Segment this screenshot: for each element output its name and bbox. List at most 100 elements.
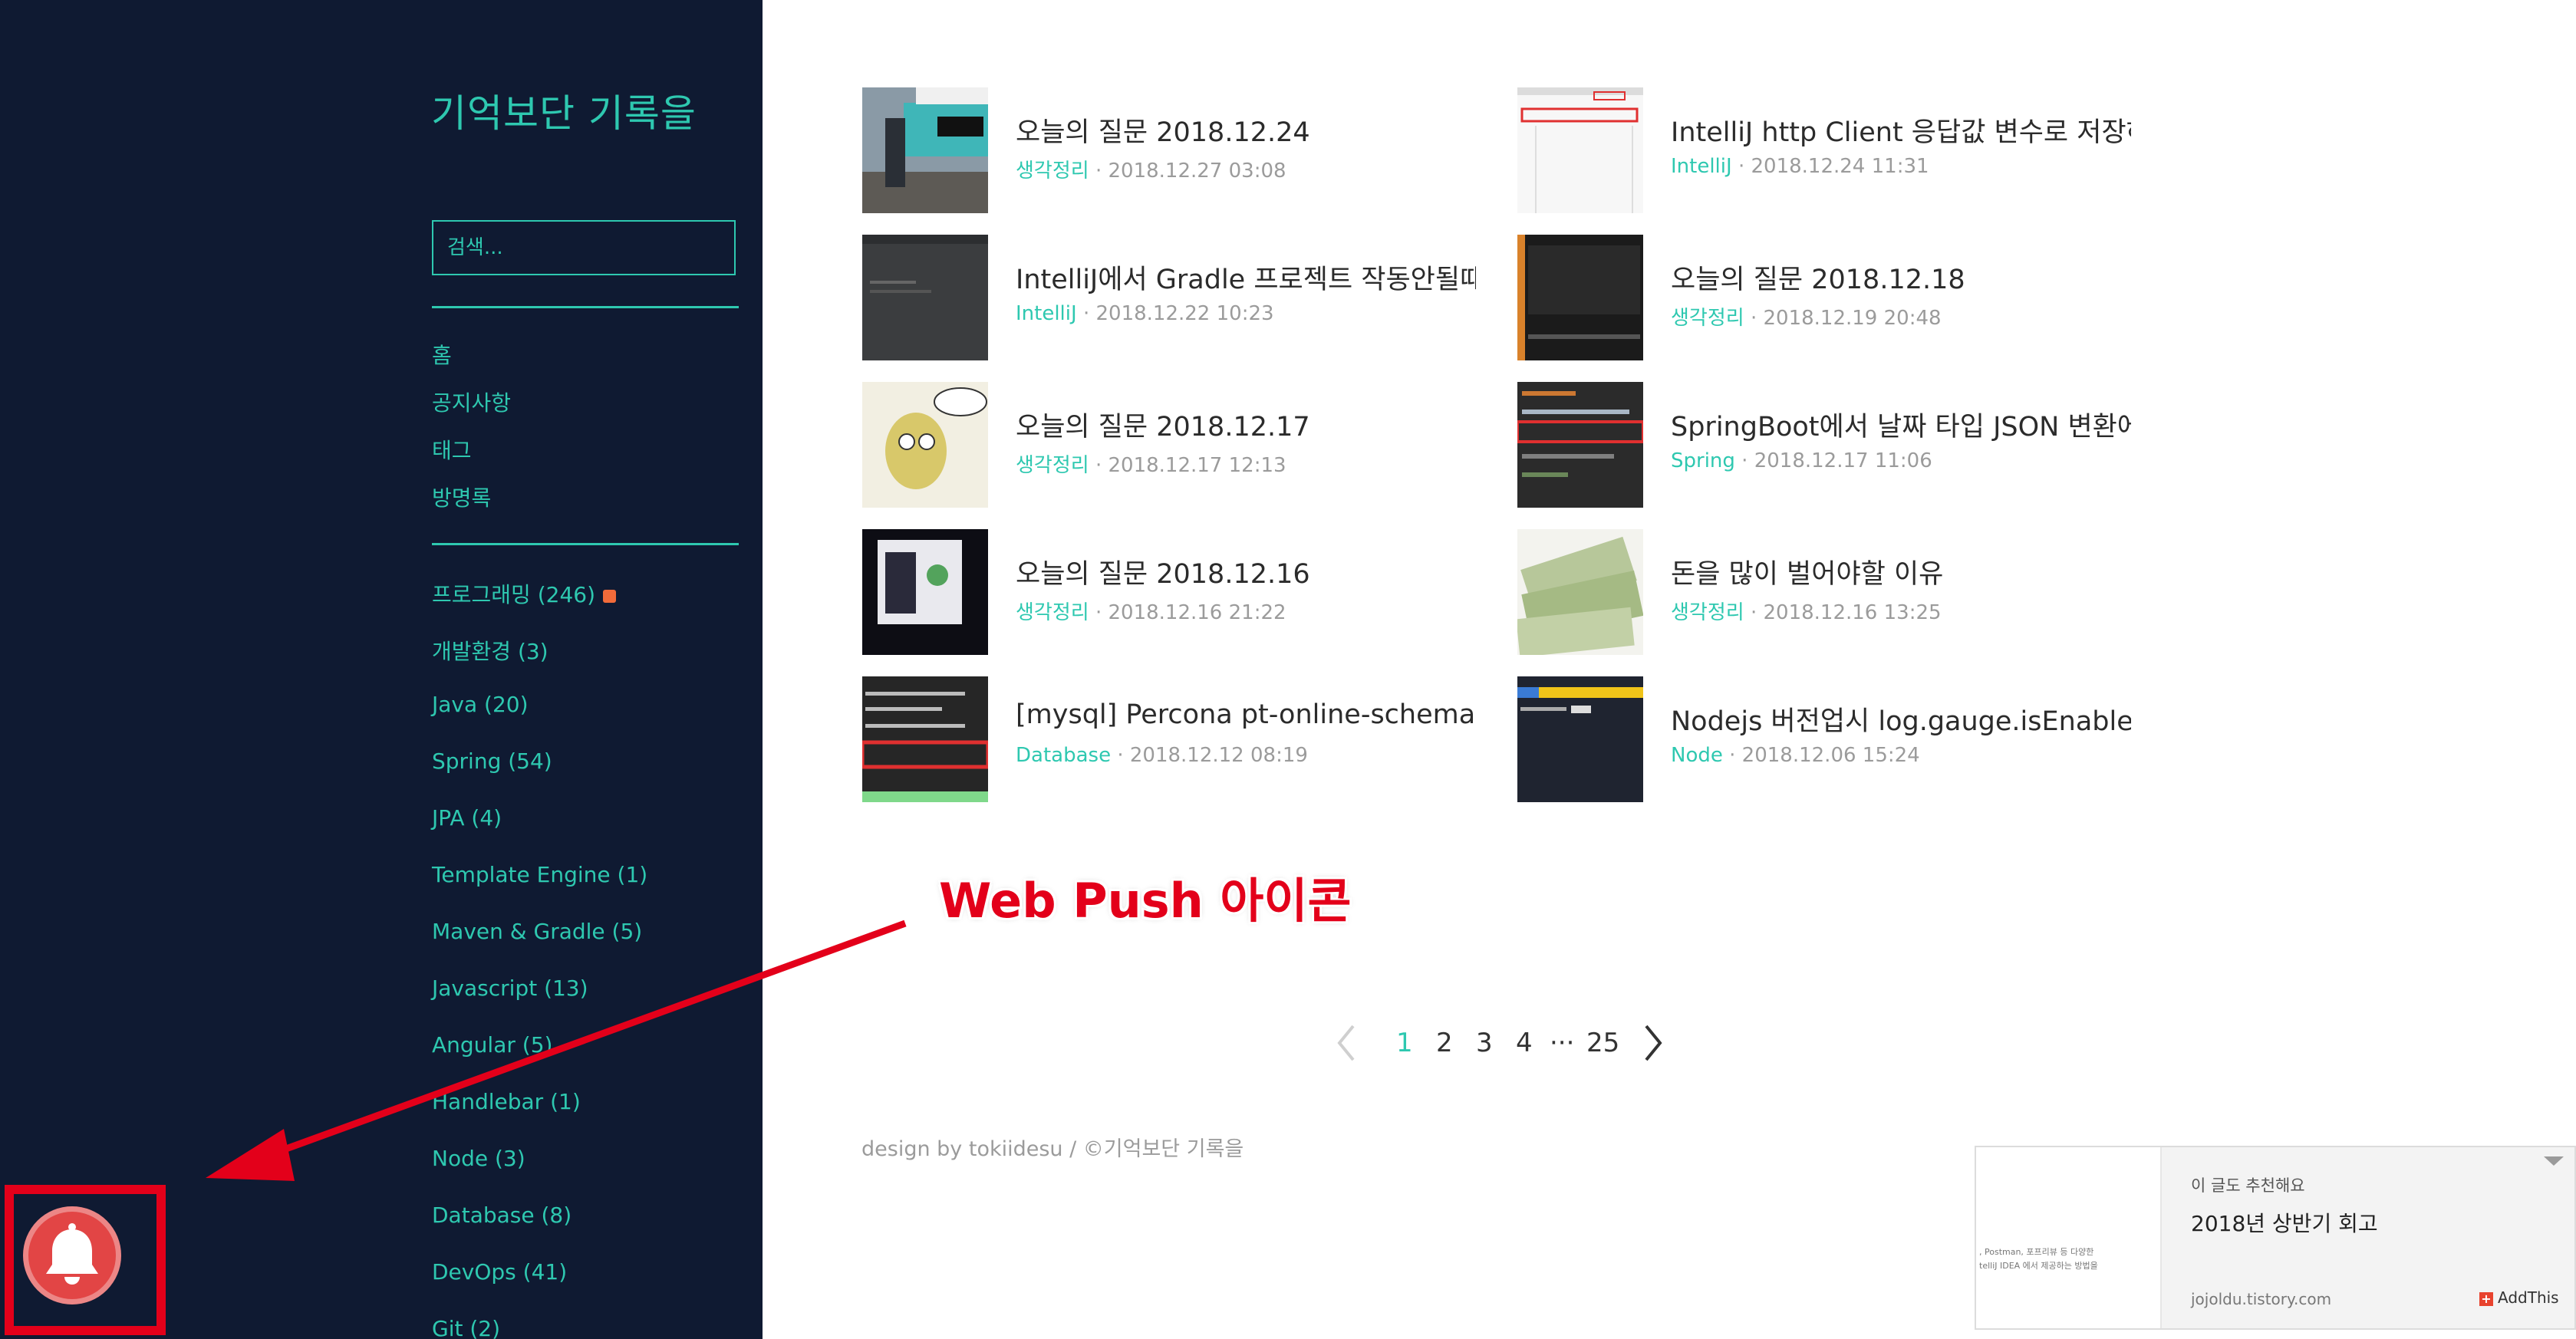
meta-separator: · [1744,307,1764,330]
web-push-button[interactable] [23,1206,121,1304]
post-date: 2018.12.22 10:23 [1095,302,1274,325]
meta-separator: · [1089,160,1108,183]
post-category[interactable]: 생각정리 [1016,160,1089,183]
post-title: [mysql] Percona pt-online-schema-ch… [1016,699,1476,730]
recommend-widget[interactable]: , Postman, 포프리뷰 등 다양한 telliJ IDEA 에서 제공하… [1975,1146,2576,1330]
meta-separator: · [1089,454,1108,477]
recommend-thumbnail-text: , Postman, 포프리뷰 등 다양한 telliJ IDEA 에서 제공하… [1979,1245,2098,1273]
page-link[interactable]: 1 [1396,1028,1413,1058]
post-meta: IntelliJ · 2018.12.22 10:23 [1016,302,1274,325]
post-meta: Spring · 2018.12.17 11:06 [1671,449,1932,472]
category-item[interactable]: Javascript (13) [432,975,588,1001]
dashboard-thumbnail [862,529,988,655]
post-card[interactable]: 돈을 많이 벌어야할 이유 생각정리 · 2018.12.16 13:25 [1517,529,2131,655]
post-category[interactable]: IntelliJ [1671,155,1732,178]
addthis-link[interactable]: + AddThis [2479,1288,2559,1307]
search-input[interactable] [432,220,736,275]
post-card[interactable]: IntelliJ http Client 응답값 변수로 저장하… Intell… [1517,87,2131,213]
post-title: 오늘의 질문 2018.12.18 [1671,265,1965,295]
category-item[interactable]: Java (20) [432,692,529,717]
recommend-thumbnail-line: telliJ IDEA 에서 제공하는 방법을 [1979,1261,2098,1271]
footer-credit: design by tokiidesu / ©기억보단 기록을 [861,1137,1244,1161]
terminal-thumbnail [1517,676,1643,802]
post-meta: 생각정리 · 2018.12.19 20:48 [1671,302,1942,331]
sidebar-divider [432,306,739,308]
category-item[interactable]: Maven & Gradle (5) [432,919,642,944]
nav-item-tags[interactable]: 태그 [432,434,472,465]
post-meta: 생각정리 · 2018.12.27 03:08 [1016,155,1286,183]
post-category[interactable]: Spring [1671,449,1735,472]
nav-item-notice[interactable]: 공지사항 [432,387,511,417]
meta-separator: · [1744,601,1764,624]
post-date: 2018.12.17 12:13 [1108,454,1286,477]
category-item[interactable]: Angular (5) [432,1032,552,1058]
meta-separator: · [1734,449,1754,472]
post-meta: 생각정리 · 2018.12.17 12:13 [1016,449,1286,478]
recommend-title[interactable]: 2018년 상반기 회고 [2191,1207,2378,1238]
post-meta: Node · 2018.12.06 15:24 [1671,744,1920,767]
code-thumbnail [1517,382,1643,508]
dark-ide-thumbnail [862,235,988,360]
post-title: 오늘의 질문 2018.12.16 [1016,559,1310,590]
page-ellipsis: ··· [1550,1028,1575,1058]
post-card[interactable]: [mysql] Percona pt-online-schema-ch… Dat… [862,676,1476,802]
post-card[interactable]: 오늘의 질문 2018.12.24 생각정리 · 2018.12.27 03:0… [862,87,1476,213]
post-category[interactable]: IntelliJ [1016,302,1077,325]
post-card[interactable]: 오늘의 질문 2018.12.18 생각정리 · 2018.12.19 20:4… [1517,235,2131,360]
category-item[interactable]: Database (8) [432,1202,572,1228]
page-link[interactable]: 3 [1476,1028,1493,1058]
terminal-thumbnail [862,676,988,802]
post-title: 오늘의 질문 2018.12.17 [1016,412,1310,442]
category-item[interactable]: 개발환경 (3) [432,635,548,666]
page-link[interactable]: 4 [1516,1028,1533,1058]
blog-title[interactable]: 기억보단 기록을 [431,83,697,138]
post-title: 돈을 많이 벌어야할 이유 [1671,559,1944,590]
post-title: IntelliJ http Client 응답값 변수로 저장하… [1671,117,2131,148]
category-item[interactable]: 프로그래밍 (246) [432,578,616,609]
post-meta: 생각정리 · 2018.12.16 13:25 [1671,597,1942,625]
category-item[interactable]: DevOps (41) [432,1259,567,1285]
billboard-photo-thumbnail [862,87,988,213]
sidebar-divider [432,543,739,545]
meta-separator: · [1076,302,1096,325]
post-card[interactable]: Nodejs 버전업시 log.gauge.isEnabled … Node ·… [1517,676,2131,802]
category-item[interactable]: Template Engine (1) [432,862,647,887]
nav-item-guestbook[interactable]: 방명록 [432,482,491,512]
post-category[interactable]: 생각정리 [1671,307,1744,330]
post-date: 2018.12.24 11:31 [1751,155,1929,178]
chevron-left-icon[interactable] [1335,1022,1358,1071]
post-card[interactable]: 오늘의 질문 2018.12.16 생각정리 · 2018.12.16 21:2… [862,529,1476,655]
post-category[interactable]: 생각정리 [1671,601,1744,624]
post-card[interactable]: IntelliJ에서 Gradle 프로젝트 작동안될때 IntelliJ · … [862,235,1476,360]
post-category[interactable]: 생각정리 [1016,601,1089,624]
meta-separator: · [1111,744,1130,767]
post-meta: Database · 2018.12.12 08:19 [1016,744,1308,767]
chevron-right-icon[interactable] [1642,1022,1665,1071]
post-card[interactable]: SpringBoot에서 날짜 타입 JSON 변환에 … Spring · 2… [1517,382,2131,508]
addthis-plus-icon: + [2479,1292,2493,1306]
effective-debugging-book-thumbnail [1517,235,1643,360]
nav-item-home[interactable]: 홈 [432,339,452,370]
recommend-thumbnail-line: , Postman, 포프리뷰 등 다양한 [1979,1247,2094,1257]
sidebar: 기억보단 기록을 홈 공지사항 태그 방명록 프로그래밍 (246) 개발환경 … [0,0,763,1339]
post-date: 2018.12.16 13:25 [1763,601,1942,624]
recommend-label: 이 글도 추천해요 [2191,1176,2305,1195]
page-link[interactable]: 2 [1436,1028,1453,1058]
post-date: 2018.12.12 08:19 [1129,744,1308,767]
chevron-down-icon[interactable] [2544,1156,2564,1166]
category-item[interactable]: Spring (54) [432,748,552,774]
meta-separator: · [1089,601,1108,624]
post-card[interactable]: 오늘의 질문 2018.12.17 생각정리 · 2018.12.17 12:1… [862,382,1476,508]
post-category[interactable]: Database [1016,744,1111,767]
category-label: 프로그래밍 (246) [432,582,595,607]
post-category[interactable]: 생각정리 [1016,454,1089,477]
category-item[interactable]: Handlebar (1) [432,1089,581,1114]
page-link[interactable]: 25 [1586,1028,1619,1058]
post-category[interactable]: Node [1671,744,1723,767]
post-date: 2018.12.17 11:06 [1754,449,1932,472]
category-item[interactable]: JPA (4) [432,805,502,831]
category-item[interactable]: Git (2) [432,1316,500,1339]
addthis-label: AddThis [2498,1288,2559,1307]
new-badge-icon [603,589,616,603]
category-item[interactable]: Node (3) [432,1146,525,1171]
